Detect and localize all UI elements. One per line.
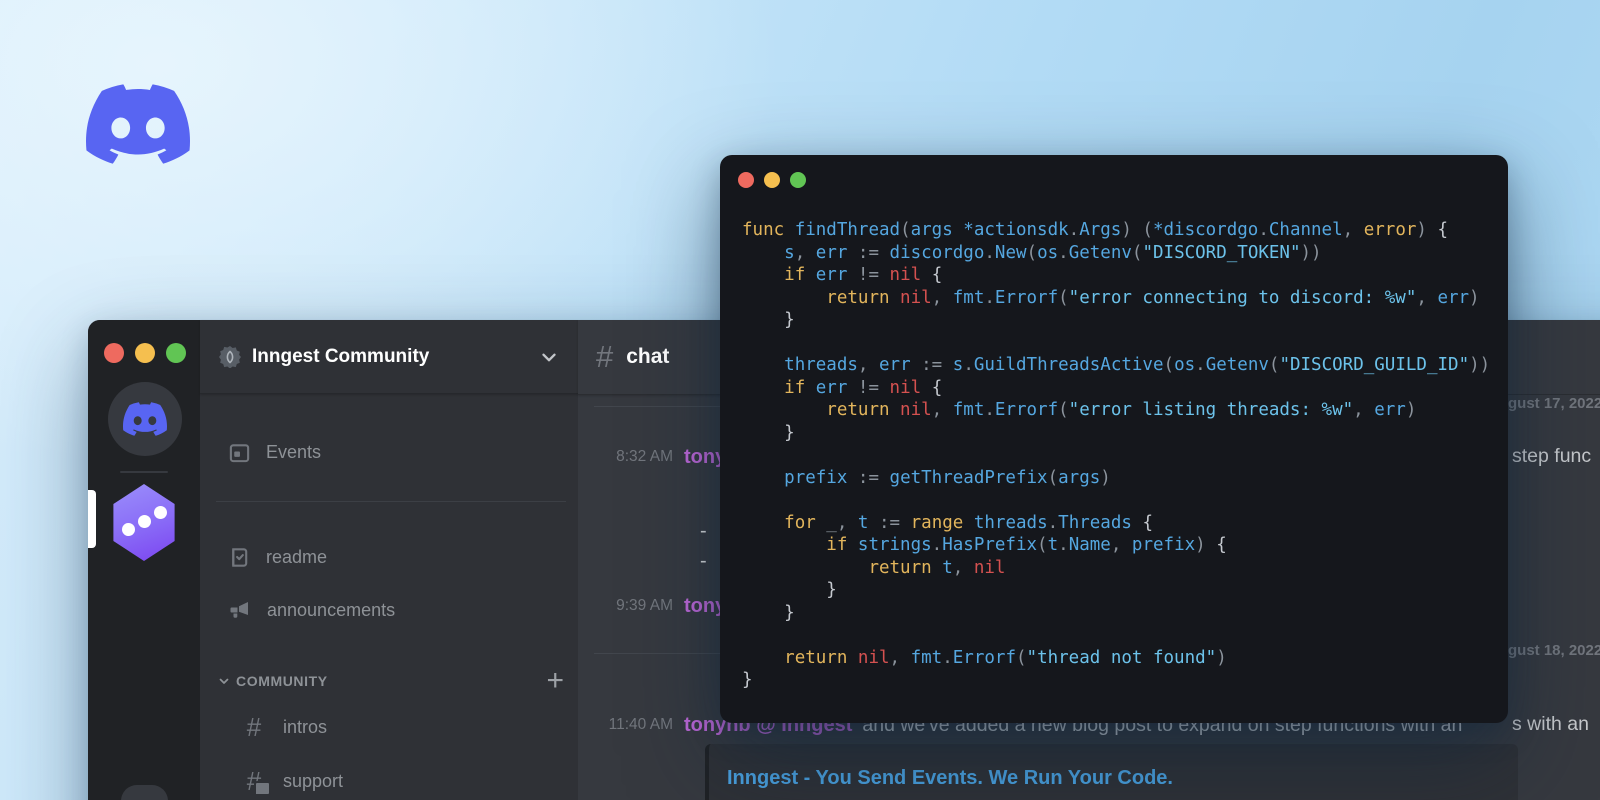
server-rail [88, 320, 200, 800]
active-server-pill [88, 490, 96, 548]
server-badge-icon [219, 345, 241, 368]
discord-home-icon [123, 402, 167, 436]
sidebar-item-events[interactable]: Events [228, 432, 564, 472]
sidebar-item-announcements[interactable]: announcements [228, 590, 564, 630]
link-embed: Inngest - You Send Events. We Run Your C… [705, 744, 1518, 800]
channel-hash-icon: # [596, 339, 614, 374]
support-label: support [283, 770, 344, 791]
chevron-down-icon[interactable] [538, 346, 560, 368]
sidebar-divider [216, 501, 566, 502]
page-canvas: Inngest Community Events readme announce… [0, 0, 1600, 800]
inngest-server-button[interactable] [113, 484, 175, 561]
sidebar-item-support[interactable]: # support [240, 761, 564, 800]
megaphone-icon [230, 602, 248, 618]
add-channel-button[interactable]: + [546, 666, 564, 696]
minimize-window-button[interactable] [135, 343, 155, 363]
sidebar-item-intros[interactable]: # intros [240, 707, 564, 747]
minimize-window-button[interactable] [764, 172, 780, 188]
discord-home-button[interactable] [108, 382, 182, 456]
sidebar-item-readme[interactable]: readme [228, 537, 564, 577]
community-label: COMMUNITY [236, 673, 328, 689]
message-text-fragment: step func [1512, 445, 1592, 467]
chevron-down-icon [219, 678, 229, 684]
close-window-button[interactable] [738, 172, 754, 188]
code-editor-content: func findThread(args *actionsdk.Args) (*… [742, 220, 1491, 690]
embed-title-link[interactable]: Inngest - You Send Events. We Run Your C… [727, 767, 1498, 790]
message-timestamp: 11:40 AM [608, 716, 673, 733]
window-controls [104, 343, 186, 363]
message-text-fragment: s with an [1512, 713, 1589, 735]
code-window: func findThread(args *actionsdk.Args) (*… [720, 155, 1508, 723]
close-window-button[interactable] [104, 343, 124, 363]
list-bullet: - [700, 550, 707, 572]
zoom-window-button[interactable] [790, 172, 806, 188]
intros-label: intros [283, 716, 328, 737]
message-timestamp: 9:39 AM [616, 597, 673, 614]
list-bullet: - [700, 520, 707, 542]
events-label: Events [266, 441, 322, 462]
next-server-peek[interactable] [121, 785, 168, 800]
message-timestamp: 8:32 AM [616, 448, 673, 465]
server-name: Inngest Community [252, 345, 430, 367]
inngest-dot [138, 515, 151, 528]
discord-logo-icon [86, 84, 190, 164]
book-check-icon [232, 547, 248, 567]
window-controls [738, 172, 806, 188]
server-header[interactable]: Inngest Community [200, 320, 578, 394]
hash-icon: # [246, 712, 262, 742]
zoom-window-button[interactable] [166, 343, 186, 363]
rail-divider [120, 471, 168, 473]
chat-bubble-badge [254, 781, 271, 796]
channel-sidebar: Inngest Community Events readme announce… [200, 320, 578, 800]
inngest-dot [154, 506, 167, 519]
readme-label: readme [266, 546, 328, 567]
hash-chat-icon: # [240, 768, 271, 796]
inngest-dot [122, 523, 135, 536]
channel-name: chat [626, 345, 670, 368]
announcements-label: announcements [267, 599, 396, 620]
calendar-icon [229, 443, 250, 462]
category-community[interactable]: COMMUNITY + [218, 662, 564, 700]
